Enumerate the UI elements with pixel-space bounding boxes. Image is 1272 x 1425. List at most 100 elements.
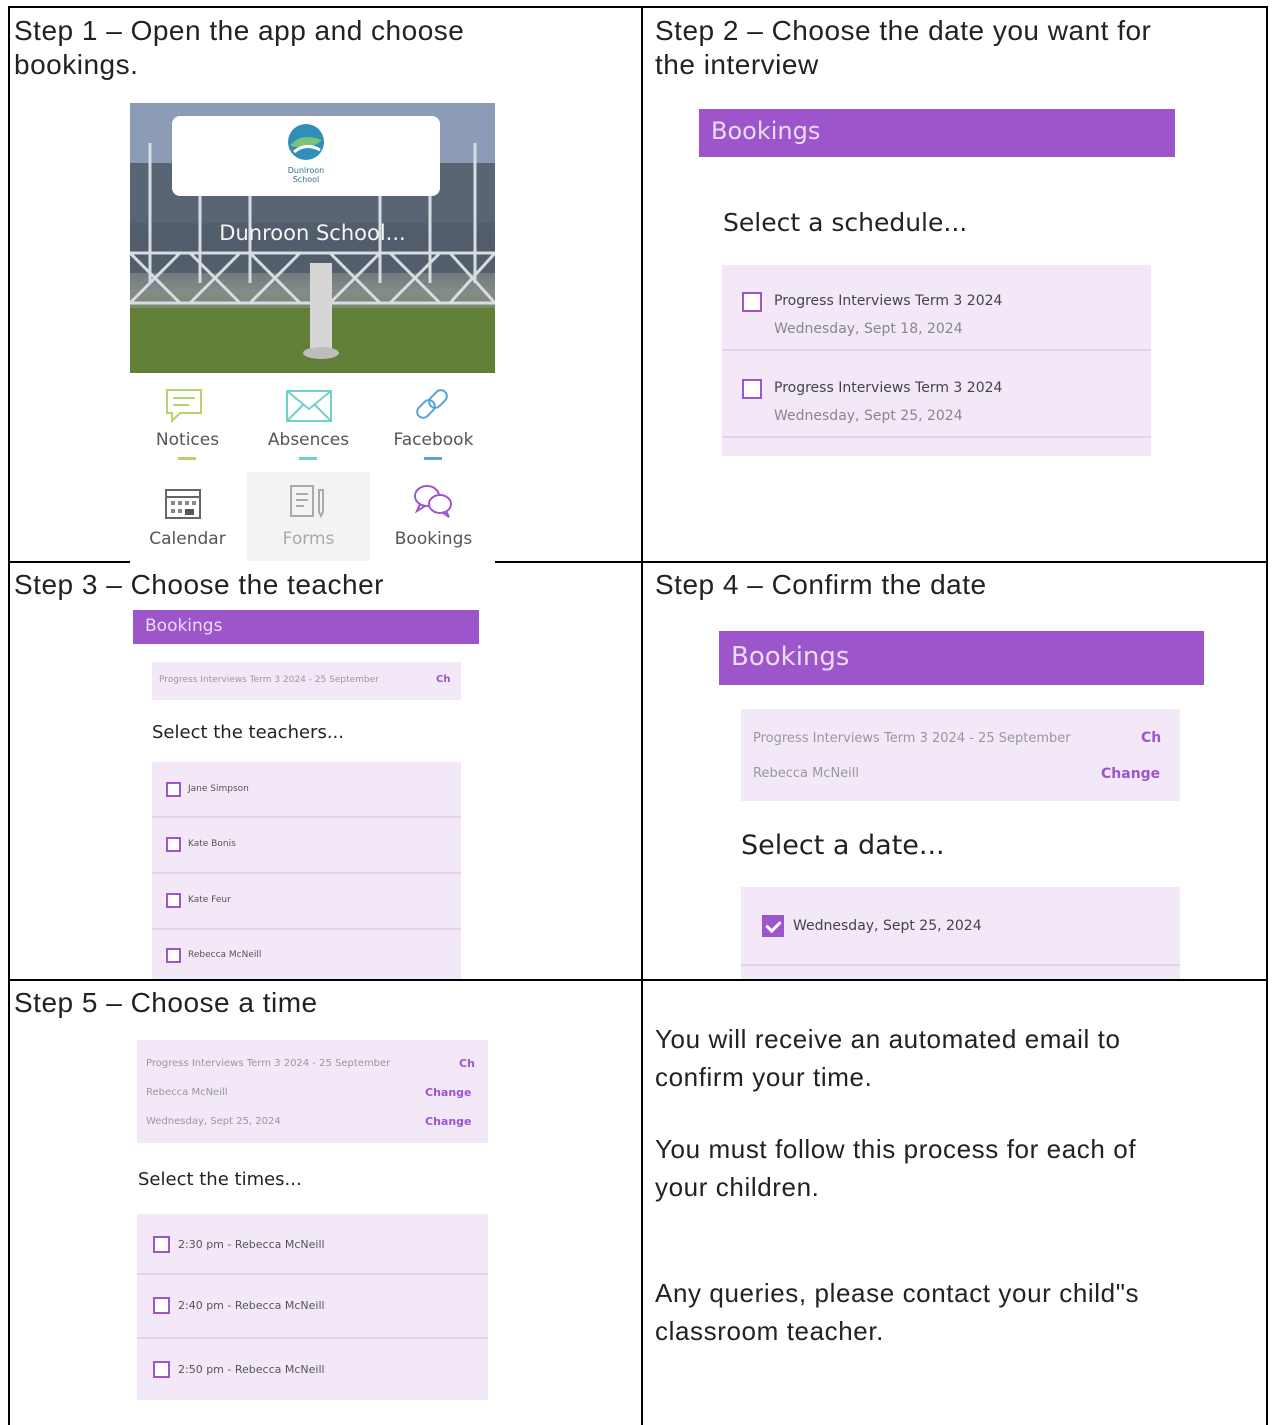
tile-underline-notices xyxy=(178,457,196,460)
tile-label-absences: Absences xyxy=(267,430,350,450)
time-label: 2:30 pm - Rebecca McNeill xyxy=(178,1238,325,1251)
tile-underline-facebook xyxy=(424,457,442,460)
table-border-middle xyxy=(641,6,643,1425)
step2-header-text: Bookings xyxy=(711,117,821,145)
table-row-divider-1a xyxy=(8,561,130,563)
time-checkbox[interactable] xyxy=(153,1361,170,1378)
logo-text: Dunlroon School xyxy=(287,166,325,184)
tile-notices[interactable]: Notices xyxy=(130,373,245,470)
speech-bubble-icon xyxy=(166,389,202,424)
step5-change-teacher[interactable]: Change xyxy=(425,1086,472,1099)
teacher-checkbox[interactable] xyxy=(166,948,181,963)
time-label: 2:50 pm - Rebecca McNeill xyxy=(178,1363,325,1376)
date-divider xyxy=(741,964,1180,966)
schedule-checkbox[interactable] xyxy=(742,292,762,312)
tile-label-facebook: Facebook xyxy=(393,430,474,450)
table-border-left xyxy=(8,6,10,1425)
step5-date: Wednesday, Sept 25, 2024 xyxy=(146,1116,281,1127)
date-checkbox-checked[interactable] xyxy=(762,915,784,937)
table-border-top xyxy=(8,6,1268,8)
logo-card: Dunlroon School xyxy=(172,116,440,196)
step4-summary-text: Progress Interviews Term 3 2024 - 25 Sep… xyxy=(753,731,1071,746)
chat-bubbles-icon xyxy=(414,485,452,518)
step5-summary-text: Progress Interviews Term 3 2024 - 25 Sep… xyxy=(146,1058,391,1069)
date-label: Wednesday, Sept 25, 2024 xyxy=(793,918,982,934)
teacher-item[interactable]: Jane Simpson xyxy=(152,762,461,816)
tile-absences[interactable]: Absences xyxy=(247,373,370,470)
tile-calendar[interactable]: Calendar xyxy=(130,472,245,561)
info-p2-line2: your children. xyxy=(655,1172,820,1202)
school-logo-icon xyxy=(288,124,324,160)
schedule-date: Wednesday, Sept 25, 2024 xyxy=(774,408,963,424)
info-p3-line1: Any queries, please contact your child"s xyxy=(655,1278,1140,1308)
tile-label-forms: Forms xyxy=(282,529,335,549)
calendar-icon xyxy=(165,489,201,519)
step2-bookings-header: Bookings xyxy=(699,109,1175,157)
step4-prompt: Select a date... xyxy=(741,830,945,861)
step4-teacher: Rebecca McNeill xyxy=(753,766,860,781)
time-item[interactable]: 2:40 pm - Rebecca McNeill xyxy=(137,1275,488,1335)
info-p3-line2: classroom teacher. xyxy=(655,1316,885,1346)
step3-bookings-header: Bookings xyxy=(133,610,479,644)
teacher-name: Rebecca McNeill xyxy=(188,950,262,960)
step5-change-date[interactable]: Change xyxy=(425,1115,472,1128)
step4-header-text: Bookings xyxy=(731,642,850,672)
tile-label-notices: Notices xyxy=(155,430,220,450)
step2-prompt: Select a schedule... xyxy=(723,208,968,237)
step5-title: Step 5 – Choose a time xyxy=(14,987,318,1018)
step4-summary: Progress Interviews Term 3 2024 - 25 Sep… xyxy=(741,709,1180,801)
schedule-checkbox[interactable] xyxy=(742,379,762,399)
step2-title-line2: the interview xyxy=(655,49,819,80)
step4-summary-change[interactable]: Ch xyxy=(1141,730,1161,746)
envelope-icon xyxy=(286,390,332,422)
tile-bookings[interactable]: Bookings xyxy=(372,472,495,561)
step3-summary-change[interactable]: Ch xyxy=(436,674,450,685)
teacher-item[interactable]: Rebecca McNeill xyxy=(152,930,461,979)
teacher-name: Kate Feur xyxy=(188,895,231,905)
teacher-item[interactable]: Kate Bonis xyxy=(152,818,461,872)
teacher-checkbox[interactable] xyxy=(166,837,181,852)
time-checkbox[interactable] xyxy=(153,1297,170,1314)
step4-bookings-header: Bookings xyxy=(719,631,1204,685)
step5-prompt: Select the times... xyxy=(138,1169,302,1190)
teacher-name: Jane Simpson xyxy=(188,784,249,794)
date-list: Wednesday, Sept 25, 2024 xyxy=(741,887,1180,979)
step3-header-text: Bookings xyxy=(145,616,223,636)
forms-icon xyxy=(290,485,324,519)
step3-summary: Progress Interviews Term 3 2024 - 25 Sep… xyxy=(152,662,461,700)
time-list: 2:30 pm - Rebecca McNeill 2:40 pm - Rebe… xyxy=(137,1214,488,1400)
teacher-checkbox[interactable] xyxy=(166,893,181,908)
schedule-item[interactable]: Progress Interviews Term 3 2024 Wednesda… xyxy=(722,265,1151,349)
time-checkbox[interactable] xyxy=(153,1236,170,1253)
info-p2-line1: You must follow this process for each of xyxy=(655,1134,1137,1164)
schedule-title: Progress Interviews Term 3 2024 xyxy=(774,380,1003,396)
step1-title-line1: Step 1 – Open the app and choose xyxy=(14,15,465,46)
step3-prompt: Select the teachers... xyxy=(152,722,344,743)
step5-summary-change[interactable]: Ch xyxy=(459,1057,475,1070)
schedule-divider xyxy=(722,436,1151,438)
schedule-item[interactable]: Progress Interviews Term 3 2024 Wednesda… xyxy=(722,351,1151,435)
tile-facebook[interactable]: Facebook xyxy=(372,373,495,470)
teacher-name: Kate Bonis xyxy=(188,839,236,849)
school-photo: Dunlroon School Dunroon School... xyxy=(130,103,495,373)
teacher-checkbox[interactable] xyxy=(166,782,181,797)
info-p1-line2: confirm your time. xyxy=(655,1062,873,1092)
teacher-item[interactable]: Kate Feur xyxy=(152,874,461,928)
info-p1-line1: You will receive an automated email to xyxy=(655,1024,1121,1054)
time-item[interactable]: 2:30 pm - Rebecca McNeill xyxy=(137,1214,488,1272)
date-item[interactable]: Wednesday, Sept 25, 2024 xyxy=(741,887,1180,963)
tile-label-bookings: Bookings xyxy=(394,529,473,549)
school-name: Dunroon School... xyxy=(219,221,406,245)
time-item[interactable]: 2:50 pm - Rebecca McNeill xyxy=(137,1339,488,1400)
table-row-divider-2 xyxy=(8,979,1268,981)
step2-title-line1: Step 2 – Choose the date you want for xyxy=(655,15,1152,46)
step3-summary-text: Progress Interviews Term 3 2024 - 25 Sep… xyxy=(159,675,379,685)
step5-teacher: Rebecca McNeill xyxy=(146,1087,228,1098)
tile-label-calendar: Calendar xyxy=(149,529,226,549)
tile-forms[interactable]: Forms xyxy=(247,472,370,561)
schedule-title: Progress Interviews Term 3 2024 xyxy=(774,293,1003,309)
schedule-list: Progress Interviews Term 3 2024 Wednesda… xyxy=(722,265,1151,456)
step4-change-teacher[interactable]: Change xyxy=(1101,766,1160,782)
step3-title: Step 3 – Choose the teacher xyxy=(14,569,384,600)
step4-title: Step 4 – Confirm the date xyxy=(655,569,987,600)
